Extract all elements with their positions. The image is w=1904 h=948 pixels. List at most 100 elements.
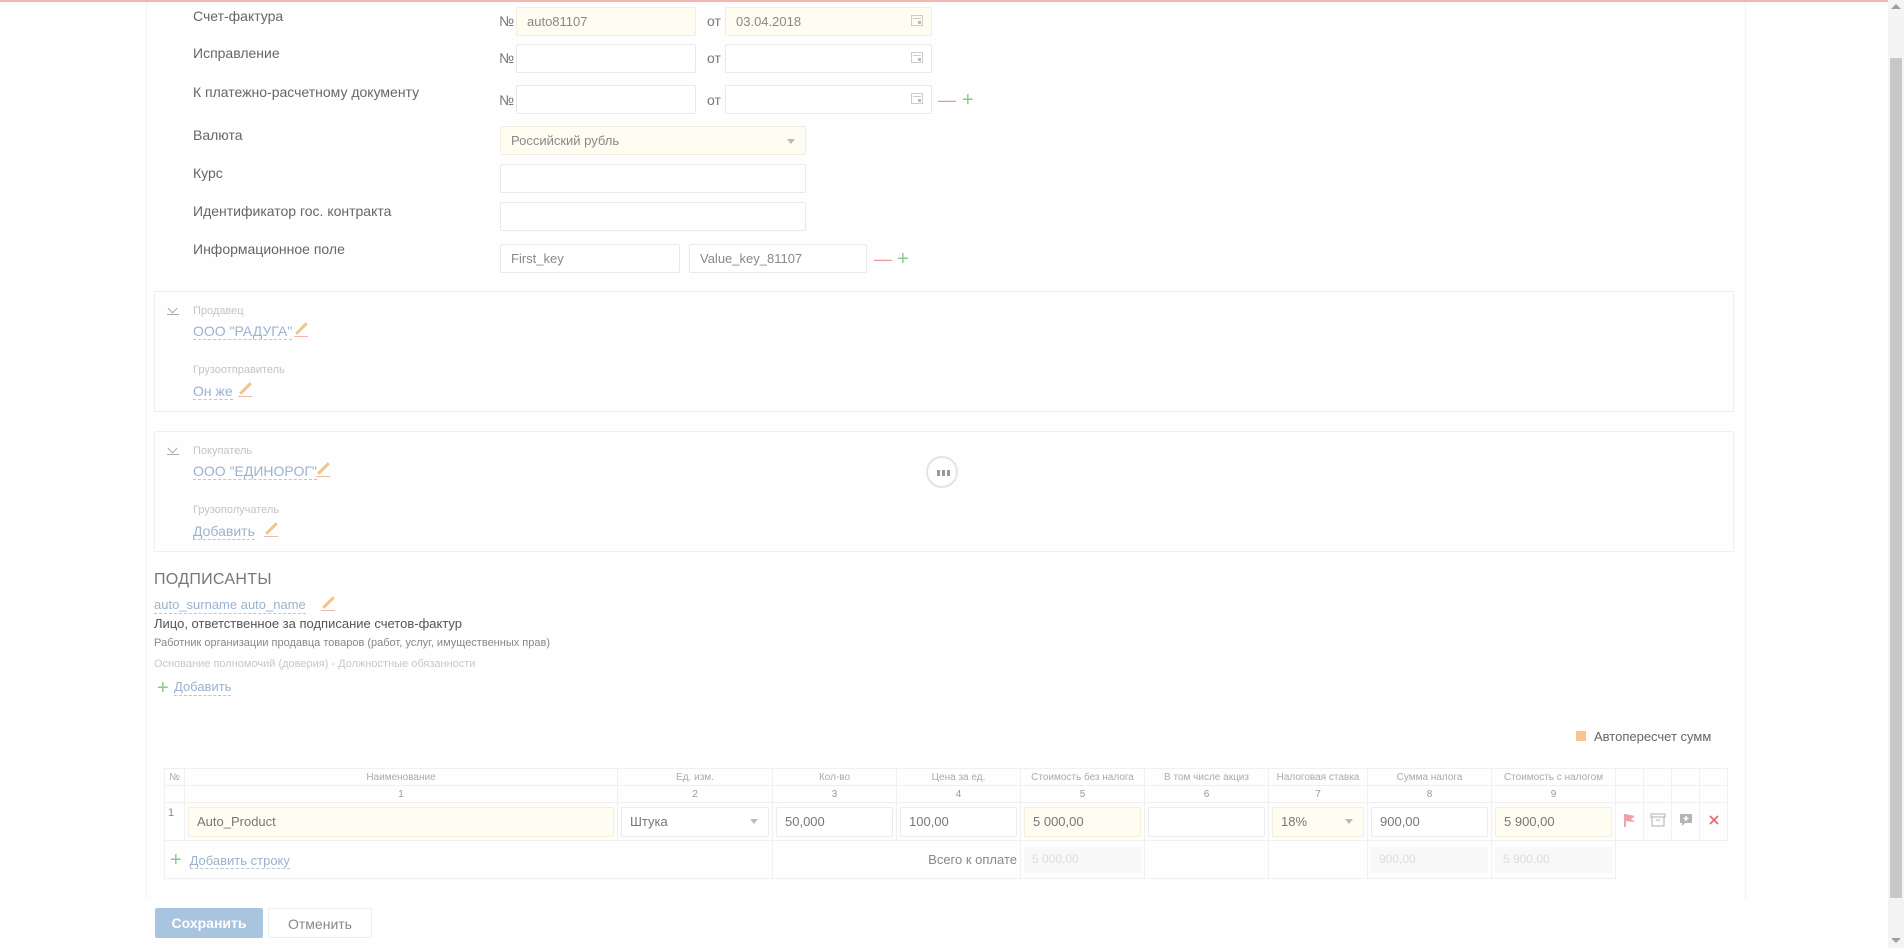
correction-number-prefix: № [499, 50, 515, 66]
info-key-input[interactable]: First_key [500, 244, 680, 273]
scrollbar-thumb[interactable] [1890, 58, 1902, 898]
items-table: № Наименование Ед. изм. Кол-во Цена за е… [164, 768, 1728, 879]
signer-basis: Основание полномочий (доверия) - Должнос… [154, 658, 476, 670]
cancel-button[interactable]: Отменить [268, 908, 372, 938]
column-header: № [164, 768, 185, 786]
invoice-number-input[interactable]: auto81107 [516, 7, 696, 36]
total-sum-value: 5 900,00 [1495, 846, 1612, 873]
scroll-up-icon[interactable] [1891, 4, 1901, 9]
total-cost-value: 5 000,00 [1024, 846, 1141, 873]
product-name-input[interactable]: Auto_Product [188, 806, 614, 837]
consignee-add-link[interactable]: Добавить [193, 523, 255, 540]
seller-name-link[interactable]: ООО "РАДУГА" [193, 323, 293, 340]
invoice-number-prefix: № [499, 13, 515, 29]
currency-label: Валюта [193, 127, 243, 143]
edit-pencil-icon[interactable] [293, 322, 309, 338]
shipper-name-link[interactable]: Он же [193, 383, 233, 400]
consignee-label: Грузополучатель [193, 504, 280, 516]
save-button[interactable]: Сохранить [155, 908, 263, 938]
payment-doc-label: К платежно-расчетному документу [193, 84, 420, 100]
column-header: Ед. изм. [617, 768, 773, 786]
table-row: 1 Auto_Product Штука 50,000 100,00 5 000… [164, 802, 1728, 841]
column-header: Стоимость без налога [1020, 768, 1145, 786]
chevron-down-icon [787, 139, 795, 144]
column-header: Налоговая ставка [1268, 768, 1368, 786]
edit-pencil-icon[interactable] [320, 596, 336, 612]
calendar-icon[interactable] [911, 15, 923, 26]
chevron-down-icon [1345, 818, 1353, 824]
delete-row-icon[interactable] [1706, 812, 1722, 828]
calendar-icon[interactable] [911, 52, 923, 63]
invoice-date-prefix: от [707, 13, 721, 29]
invoice-editor-page: Счет-фактура № auto81107 от 03.04.2018 И… [0, 0, 1904, 948]
archive-icon[interactable] [1650, 812, 1666, 828]
edit-pencil-icon[interactable] [237, 382, 253, 398]
add-signer-icon[interactable]: + [157, 678, 169, 698]
collapse-icon[interactable] [167, 445, 179, 455]
payment-doc-date-input[interactable] [725, 85, 932, 114]
edit-pencil-icon[interactable] [263, 522, 279, 538]
add-comment-icon[interactable] [1678, 812, 1694, 828]
currency-select[interactable]: Российский рубль [500, 126, 806, 155]
edit-pencil-icon[interactable] [315, 462, 331, 478]
column-header: Наименование [184, 768, 618, 786]
column-number: 5 [1020, 785, 1145, 803]
correction-number-input[interactable] [516, 44, 696, 73]
tax-amount-input[interactable]: 900,00 [1371, 806, 1488, 837]
chevron-down-icon [750, 818, 758, 824]
add-row-link[interactable]: Добавить строку [189, 853, 290, 869]
quantity-input[interactable]: 50,000 [776, 806, 893, 837]
total-input[interactable]: 5 900,00 [1495, 806, 1612, 837]
table-header-row: № Наименование Ед. изм. Кол-во Цена за е… [164, 768, 1728, 786]
add-row-icon[interactable]: + [170, 849, 182, 871]
shipper-label: Грузоотправитель [193, 364, 285, 376]
column-header: Сумма налога [1367, 768, 1492, 786]
buyer-name-link[interactable]: ООО "ЕДИНОРОГ" [193, 463, 317, 480]
column-number: 4 [896, 785, 1021, 803]
scroll-down-icon[interactable] [1891, 938, 1901, 943]
auto-recalc-checkbox[interactable] [1576, 731, 1586, 741]
contract-id-label: Идентификатор гос. контракта [193, 203, 392, 219]
add-payment-doc-icon[interactable]: + [962, 90, 974, 110]
info-value-input[interactable]: Value_key_81107 [689, 244, 867, 273]
rate-input[interactable] [500, 164, 806, 193]
table-total-row: + Добавить строку Всего к оплате 5 000,0… [164, 840, 1728, 879]
excise-input[interactable] [1148, 806, 1265, 837]
remove-payment-doc-icon[interactable]: — [938, 91, 956, 109]
column-number: 7 [1268, 785, 1368, 803]
collapse-icon[interactable] [167, 305, 179, 315]
calendar-icon[interactable] [911, 93, 923, 104]
signer-description: Работник организации продавца товаров (р… [154, 637, 550, 649]
payment-doc-number-prefix: № [499, 92, 515, 108]
payment-doc-date-prefix: от [707, 92, 721, 108]
total-label: Всего к оплате [772, 840, 1021, 879]
rate-label: Курс [193, 165, 223, 181]
total-tax-value: 900,00 [1371, 846, 1488, 873]
seller-label: Продавец [193, 305, 244, 317]
contract-id-input[interactable] [500, 202, 806, 231]
buyer-panel: Покупатель ООО "ЕДИНОРОГ" Грузополучател… [154, 431, 1734, 552]
cost-input[interactable]: 5 000,00 [1024, 806, 1141, 837]
auto-recalc-label: Автопересчет сумм [1594, 729, 1712, 744]
payment-doc-number-input[interactable] [516, 85, 696, 114]
column-number: 9 [1491, 785, 1616, 803]
signer-name-link[interactable]: auto_surname auto_name [154, 597, 306, 614]
invoice-label: Счет-фактура [193, 8, 284, 24]
tax-rate-select[interactable]: 18% [1272, 806, 1364, 837]
correction-date-input[interactable] [725, 44, 932, 73]
column-header: Цена за ед. [896, 768, 1021, 786]
remove-info-field-icon[interactable]: — [874, 250, 892, 268]
column-header: В том числе акциз [1144, 768, 1269, 786]
correction-date-prefix: от [707, 50, 721, 66]
flag-icon[interactable] [1622, 812, 1638, 828]
column-number: 3 [772, 785, 897, 803]
column-header: Кол-во [772, 768, 897, 786]
invoice-date-input[interactable]: 03.04.2018 [725, 7, 932, 36]
add-info-field-icon[interactable]: + [897, 249, 909, 269]
add-signer-link[interactable]: Добавить [174, 679, 232, 696]
seller-panel: Продавец ООО "РАДУГА" Грузоотправитель О… [154, 291, 1734, 412]
column-number: 8 [1367, 785, 1492, 803]
correction-label: Исправление [193, 45, 280, 61]
price-input[interactable]: 100,00 [900, 806, 1017, 837]
unit-select[interactable]: Штука [621, 806, 769, 837]
